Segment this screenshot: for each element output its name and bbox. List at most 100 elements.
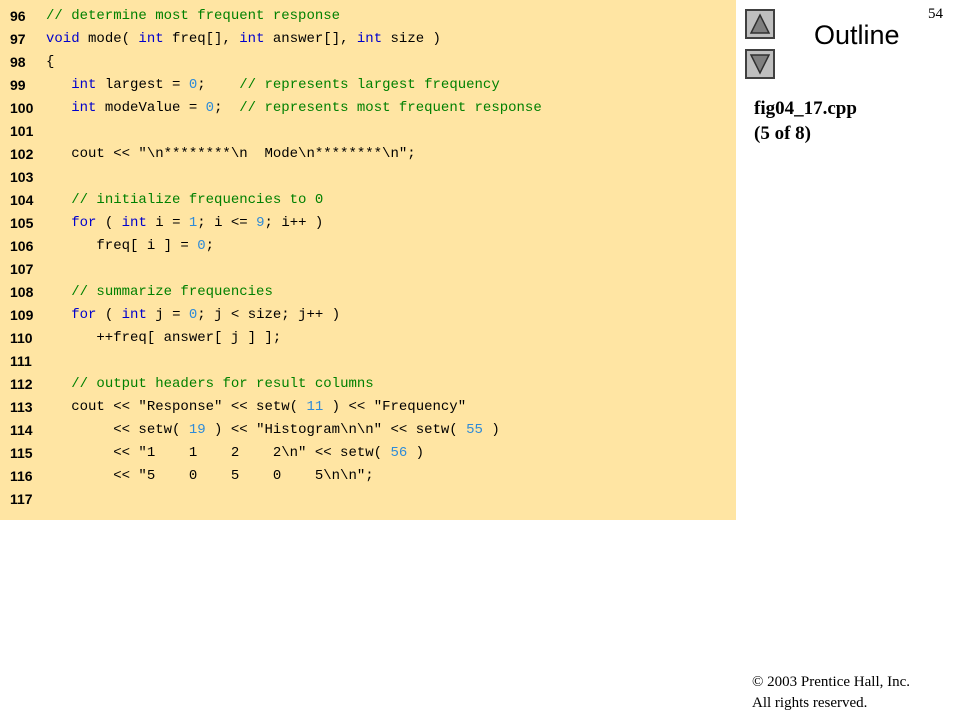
line-number: 101	[10, 123, 34, 139]
code-token-number: 0	[205, 100, 215, 116]
code-token-plain: size )	[382, 31, 441, 47]
code-text: << setw( 19 ) << "Histogram\n\n" << setw…	[46, 419, 500, 442]
code-token-plain: freq[],	[163, 31, 240, 47]
code-token-string: "5 0 5 0 5\n\n"	[138, 468, 366, 484]
code-token-keyword: int	[239, 31, 265, 47]
code-token-number: 56	[390, 445, 408, 461]
code-text: {	[46, 51, 54, 74]
code-token-string: "Response"	[138, 399, 223, 415]
code-token-plain: answer[],	[264, 31, 357, 47]
code-token-comment: // output headers for result columns	[71, 376, 374, 392]
code-token-keyword: int	[138, 31, 164, 47]
code-panel: 96 // determine most frequent response 97 v…	[0, 0, 736, 520]
code-token-keyword: int	[356, 31, 383, 47]
line-number: 114	[10, 422, 33, 438]
code-token-plain: ; i <=	[197, 215, 257, 231]
outline-label: Outline	[814, 20, 900, 50]
line-number: 112	[10, 376, 33, 392]
code-token-plain: << setw(	[46, 422, 189, 438]
code-token-plain: ; i++ )	[264, 215, 324, 231]
code-token-plain: i =	[146, 215, 189, 231]
previous-slide-button[interactable]	[745, 9, 775, 39]
code-token-plain: mode(	[79, 31, 139, 47]
line-number: 113	[10, 399, 33, 415]
code-text: int modeValue = 0; // represents most fr…	[46, 97, 542, 120]
code-token-number: 9	[256, 215, 265, 231]
code-token-comment: // determine most frequent response	[46, 8, 341, 24]
code-token-comment: // initialize frequencies to 0	[71, 192, 324, 208]
code-token-number: 55	[466, 422, 483, 438]
code-text: // output headers for result columns	[46, 373, 374, 396]
code-text: // determine most frequent response	[46, 5, 340, 28]
code-token-keyword: for	[71, 215, 97, 231]
line-number: 96	[10, 8, 26, 24]
code-text: cout << "Response" << setw( 11 ) << "Fre…	[46, 396, 466, 419]
line-number: 104	[10, 192, 34, 208]
next-slide-button[interactable]	[745, 49, 775, 79]
code-token-plain: (	[96, 215, 122, 231]
line-number: 110	[10, 330, 33, 346]
code-token-plain: modeValue =	[96, 100, 206, 116]
code-token-string: "Histogram\n\n"	[256, 422, 383, 438]
code-token-plain: ;	[365, 468, 374, 484]
triangle-down-icon	[749, 54, 771, 75]
line-number: 97	[10, 31, 26, 47]
code-token-plain: )	[407, 445, 425, 461]
code-text: // summarize frequencies	[46, 281, 273, 304]
code-token-plain: <<	[46, 445, 139, 461]
code-token-plain: {	[46, 54, 55, 70]
code-token-plain: ) <<	[205, 422, 257, 438]
code-token-number: 11	[306, 399, 324, 415]
code-token-plain: << setw(	[306, 445, 391, 461]
code-token-plain: (	[96, 307, 122, 323]
code-token-keyword: int	[121, 307, 147, 323]
code-token-comment: // represents most frequent response	[239, 100, 542, 116]
code-text: cout << "\n********\n Mode\n********\n";	[46, 143, 416, 166]
file-part: (5 of 8)	[754, 123, 811, 144]
code-token-plain: <<	[46, 468, 139, 484]
code-token-plain: ;	[205, 238, 215, 254]
code-token-comment: // summarize frequencies	[71, 284, 273, 300]
code-token-comment: // represents largest frequency	[239, 77, 500, 93]
code-token-plain: cout <<	[46, 399, 139, 415]
file-info: fig04_17.cpp (5 of 8)	[754, 96, 857, 146]
code-text: void mode( int freq[], int answer[], int…	[46, 28, 441, 51]
line-number: 109	[10, 307, 34, 323]
line-number: 106	[10, 238, 34, 254]
code-token-keyword: int	[121, 215, 147, 231]
code-token-string: "\n********\n Mode\n********\n"	[138, 146, 408, 162]
code-token-string: "Frequency"	[373, 399, 467, 415]
code-text: // initialize frequencies to 0	[46, 189, 323, 212]
code-text: ++freq[ answer[ j ] ];	[46, 327, 281, 350]
code-token-plain: largest =	[96, 77, 189, 93]
line-number: 105	[10, 215, 34, 231]
code-token-plain: << setw(	[382, 422, 467, 438]
line-number: 116	[10, 468, 33, 484]
code-token-string: "1 1 2 2\n"	[138, 445, 307, 461]
file-name: fig04_17.cpp	[754, 98, 857, 119]
code-text: << "1 1 2 2\n" << setw( 56 )	[46, 442, 424, 465]
code-text: for ( int j = 0; j < size; j++ )	[46, 304, 340, 327]
line-number: 117	[10, 491, 33, 507]
code-token-plain: ;	[407, 146, 416, 162]
line-number: 99	[10, 77, 26, 93]
page-number: 54	[928, 6, 943, 22]
code-token-plain: )	[482, 422, 500, 438]
line-number: 115	[10, 445, 33, 461]
copyright-notice: © 2003 Prentice Hall, Inc. All rights re…	[752, 672, 910, 714]
code-token-keyword: int	[71, 100, 97, 116]
line-number: 107	[10, 261, 34, 277]
line-number: 100	[10, 100, 34, 116]
code-token-plain: ;	[214, 100, 240, 116]
code-text: freq[ i ] = 0;	[46, 235, 214, 258]
copyright-line-2: All rights reserved.	[752, 695, 868, 711]
code-token-number: 0	[197, 238, 206, 254]
code-token-keyword: void	[46, 31, 80, 47]
code-token-plain: cout <<	[46, 146, 139, 162]
code-token-plain: j =	[146, 307, 189, 323]
